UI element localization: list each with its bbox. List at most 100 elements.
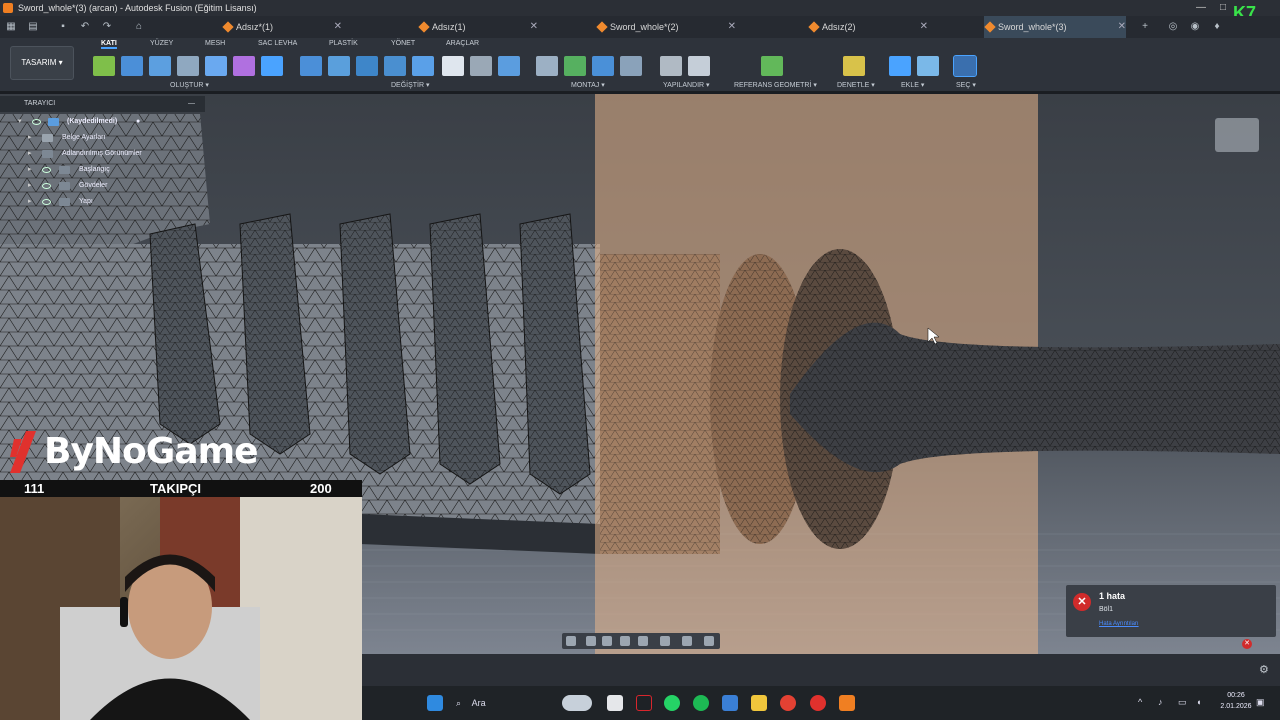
obs-icon[interactable] [810, 695, 826, 711]
file-icon[interactable]: ▤ [26, 20, 40, 34]
viewports-icon[interactable] [704, 636, 714, 646]
eye-icon[interactable] [42, 183, 51, 189]
group-modify[interactable]: DEĞİŞTİR ▾ [391, 81, 430, 89]
close-icon[interactable]: ✕ [728, 16, 736, 38]
tray-chevron-icon[interactable]: ^ [1138, 697, 1142, 707]
tab-solid[interactable]: KATI [101, 40, 117, 49]
tab-adsiz-1-unsaved[interactable]: Adsız*(1) ✕ [222, 16, 342, 38]
windows-start-icon[interactable] [427, 695, 443, 711]
netflix-icon[interactable] [636, 695, 652, 711]
joint-icon[interactable] [564, 56, 586, 76]
browser-header[interactable]: TARAYICI — [0, 96, 205, 112]
move-icon[interactable] [442, 56, 464, 76]
insert-image-icon[interactable] [917, 56, 939, 76]
collapse-icon[interactable]: — [188, 96, 195, 112]
close-icon[interactable]: ✕ [920, 16, 928, 38]
group-assemble[interactable]: MONTAJ ▾ [571, 81, 605, 89]
workspace-mode-button[interactable]: TASARIM ▾ [10, 46, 74, 80]
tab-sheet-metal[interactable]: SAC LEVHA [258, 40, 297, 47]
tab-sword-whole-2[interactable]: Sword_whole*(2) ✕ [596, 16, 736, 38]
revolve-icon[interactable] [149, 56, 171, 76]
tree-item-origin[interactable]: ▸ Başlangıç [0, 162, 205, 178]
tab-plastic[interactable]: PLASTİK [329, 40, 358, 47]
hole-icon[interactable] [177, 56, 199, 76]
table-icon[interactable] [688, 56, 710, 76]
sync-icon[interactable]: ◎ [1166, 20, 1180, 34]
close-icon[interactable]: ✕ [530, 16, 538, 38]
combine-icon[interactable] [384, 56, 406, 76]
eye-icon[interactable] [32, 119, 41, 125]
new-component-icon[interactable] [536, 56, 558, 76]
orbit-icon[interactable] [566, 636, 576, 646]
configure-icon[interactable] [660, 56, 682, 76]
extrude-icon[interactable] [121, 56, 143, 76]
undo-icon[interactable]: ↶ [78, 20, 92, 34]
chevron-right-icon[interactable]: ▸ [28, 130, 32, 146]
group-inspect[interactable]: DENETLE ▾ [837, 81, 875, 89]
select-icon[interactable] [953, 55, 977, 77]
as-built-joint-icon[interactable] [592, 56, 614, 76]
zoom-icon[interactable] [620, 636, 630, 646]
spotify-icon[interactable] [693, 695, 709, 711]
eye-icon[interactable] [42, 199, 51, 205]
pattern-icon[interactable] [205, 56, 227, 76]
pan-icon[interactable] [602, 636, 612, 646]
tab-mesh[interactable]: MESH [205, 40, 225, 47]
display-settings-icon[interactable] [660, 636, 670, 646]
home-icon[interactable]: ⌂ [132, 20, 146, 34]
tree-item-document-settings[interactable]: ▸ Belge Ayarları [0, 130, 205, 146]
look-at-icon[interactable] [586, 636, 596, 646]
create-form-icon[interactable] [233, 56, 255, 76]
clock[interactable]: 00:26 2.01.2026 [1214, 690, 1258, 712]
microphone-icon[interactable]: ♪ [1158, 697, 1163, 707]
maximize-button[interactable]: □ [1212, 0, 1234, 16]
redo-icon[interactable]: ↷ [100, 20, 114, 34]
group-configure[interactable]: YAPILANDIR ▾ [663, 81, 710, 89]
settings-gear-icon[interactable]: ⚙ [1259, 663, 1269, 676]
chevron-right-icon[interactable]: ▸ [28, 178, 32, 194]
derive-icon[interactable] [261, 56, 283, 76]
online-icon[interactable]: ◉ [1188, 20, 1202, 34]
browser-app-icon[interactable] [722, 695, 738, 711]
viewcube[interactable] [1215, 118, 1259, 152]
shell-icon[interactable] [356, 56, 378, 76]
error-notification[interactable]: ✕ 1 hata Böl1 Hata Ayrıntıları [1066, 585, 1276, 637]
chrome-icon[interactable] [780, 695, 796, 711]
create-sketch-icon[interactable] [93, 56, 115, 76]
group-select[interactable]: SEÇ ▾ [956, 81, 976, 89]
weather-icon[interactable] [562, 695, 592, 711]
chevron-right-icon[interactable]: ▸ [28, 146, 32, 162]
grid-settings-icon[interactable] [682, 636, 692, 646]
tree-item-named-views[interactable]: ▸ Adlandırılmış Görünümler [0, 146, 205, 162]
tab-sword-whole-3[interactable]: Sword_whole*(3) ✕ [984, 16, 1126, 38]
close-icon[interactable]: ✕ [1118, 16, 1126, 38]
close-icon[interactable]: ✕ [334, 16, 342, 38]
tree-item-bodies[interactable]: ▸ Gövdeler [0, 178, 205, 194]
split-icon[interactable] [498, 56, 520, 76]
new-tab-icon[interactable]: + [1138, 20, 1152, 34]
insert-icon[interactable] [889, 56, 911, 76]
tab-adsiz-2[interactable]: Adsız(2) ✕ [808, 16, 928, 38]
error-details-link[interactable]: Hata Ayrıntıları [1099, 621, 1139, 627]
plane-icon[interactable] [761, 56, 783, 76]
rigid-group-icon[interactable] [620, 56, 642, 76]
task-view-icon[interactable] [607, 695, 623, 711]
measure-icon[interactable] [843, 56, 865, 76]
tab-surface[interactable]: YÜZEY [150, 40, 173, 47]
tab-manage[interactable]: YÖNET [391, 40, 415, 47]
eye-hidden-icon[interactable] [42, 167, 51, 173]
fillet-icon[interactable] [328, 56, 350, 76]
record-icon[interactable]: ● [136, 114, 140, 130]
group-construct[interactable]: REFERANS GEOMETRİ ▾ [734, 81, 817, 89]
chevron-right-icon[interactable]: ▸ [28, 162, 32, 178]
save-icon[interactable]: ▪ [56, 20, 70, 34]
press-pull-icon[interactable] [300, 56, 322, 76]
tree-item-construction[interactable]: ▸ Yapı [0, 194, 205, 210]
tree-root[interactable]: ▾ (Kaydedilmedi) ● [0, 114, 205, 130]
file-explorer-icon[interactable] [751, 695, 767, 711]
align-icon[interactable] [470, 56, 492, 76]
whatsapp-icon[interactable] [664, 695, 680, 711]
volume-icon[interactable]: ◖ [1196, 697, 1201, 707]
grid-menu-icon[interactable]: ▦ [4, 20, 18, 34]
taskbar-search[interactable]: ⌕ Ara [456, 694, 546, 712]
